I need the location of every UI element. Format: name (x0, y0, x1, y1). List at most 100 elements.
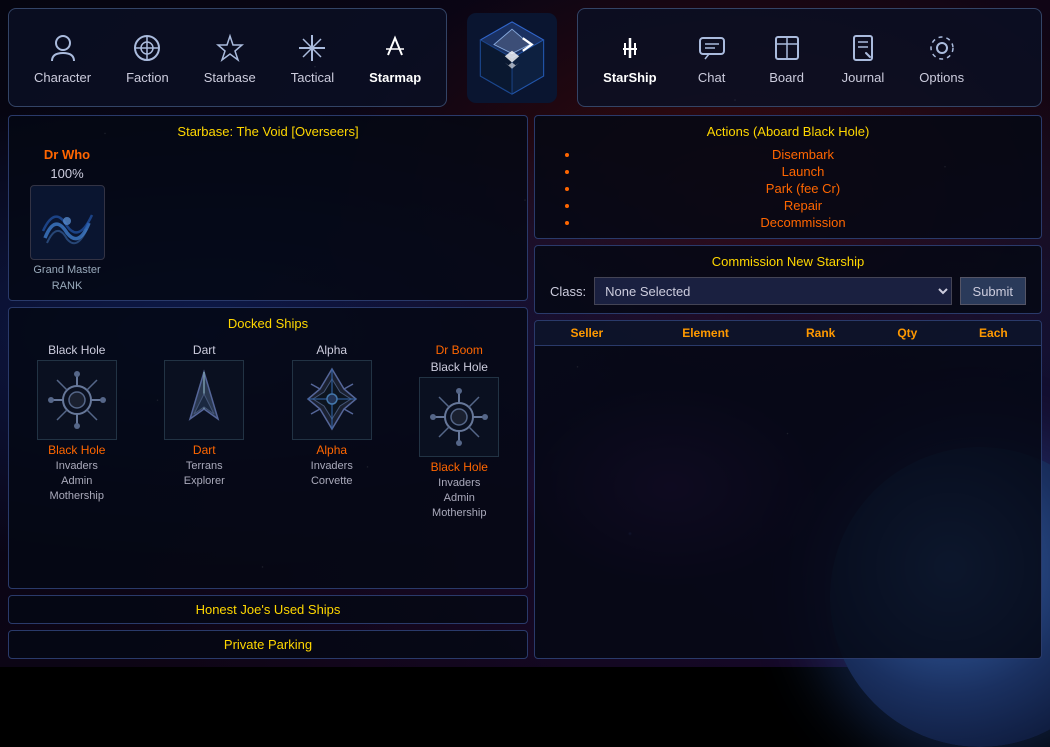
nav-board[interactable]: Board (752, 14, 822, 101)
commission-title: Commission New Starship (550, 254, 1026, 269)
commission-panel: Commission New Starship Class: None Sele… (534, 245, 1042, 314)
action-disembark[interactable]: Disembark (580, 147, 1026, 162)
starbase-label: Starbase (204, 70, 256, 85)
nav-right: StarShip Chat (577, 8, 1042, 107)
starship-icon (612, 30, 648, 66)
col-seller: Seller (535, 321, 639, 346)
ship-link-4[interactable]: Black Hole (431, 460, 488, 474)
journal-icon (845, 30, 881, 66)
ship-type-1b: Mothership (50, 490, 104, 502)
options-icon (924, 30, 960, 66)
faction-label: Faction (126, 70, 169, 85)
char-name: Dr Who (44, 147, 90, 162)
ships-grid: Black Hole (17, 339, 519, 523)
col-element: Element (639, 321, 773, 346)
board-label: Board (769, 70, 804, 85)
character-icon (45, 30, 81, 66)
starship-label: StarShip (603, 70, 656, 85)
market-table: Seller Element Rank Qty Each (535, 321, 1041, 346)
actions-title: Actions (Aboard Black Hole) (550, 124, 1026, 139)
dr-boom-label: Dr Boom (436, 343, 483, 357)
logo-cube (462, 8, 562, 108)
nav-chat[interactable]: Chat (677, 14, 747, 101)
commission-row: Class: None Selected Submit (550, 277, 1026, 305)
action-decommission[interactable]: Decommission (580, 215, 1026, 230)
col-qty: Qty (869, 321, 946, 346)
ship-type-4b: Mothership (432, 507, 486, 519)
ship-name-top-2: Dart (193, 343, 216, 357)
ship-image-4 (419, 377, 499, 457)
ship-name-top-4: Black Hole (431, 360, 488, 374)
used-ships-title: Honest Joe's Used Ships (196, 602, 341, 617)
starbase-icon (212, 30, 248, 66)
char-rank-label: RANK (52, 280, 83, 292)
main-content: Starbase: The Void [Overseers] Dr Who 10… (0, 115, 1050, 667)
nav-starship[interactable]: StarShip (588, 14, 671, 101)
nav-journal[interactable]: Journal (827, 14, 900, 101)
docked-ships-panel: Docked Ships Black Hole (8, 307, 528, 589)
nav-starbase[interactable]: Starbase (189, 14, 271, 101)
ship-faction-3: Invaders (311, 460, 353, 472)
ship-type-4a: Admin (444, 492, 475, 504)
col-each: Each (946, 321, 1041, 346)
col-rank: Rank (772, 321, 869, 346)
nav-character[interactable]: Character (19, 14, 106, 101)
class-select[interactable]: None Selected (594, 277, 951, 305)
char-info: Dr Who 100% Grand (17, 147, 117, 292)
private-parking-title: Private Parking (224, 637, 312, 652)
starbase-title: Starbase: The Void [Overseers] (17, 124, 519, 139)
ship-link-3[interactable]: Alpha (316, 443, 347, 457)
market-header-row: Seller Element Rank Qty Each (535, 321, 1041, 346)
ship-link-2[interactable]: Dart (193, 443, 216, 457)
tactical-label: Tactical (291, 70, 334, 85)
left-panel: Starbase: The Void [Overseers] Dr Who 10… (8, 115, 528, 659)
character-label: Character (34, 70, 91, 85)
ship-faction-4: Invaders (438, 477, 480, 489)
action-launch[interactable]: Launch (580, 164, 1026, 179)
nav-options[interactable]: Options (904, 14, 979, 101)
starbase-panel: Starbase: The Void [Overseers] Dr Who 10… (8, 115, 528, 301)
submit-button[interactable]: Submit (960, 277, 1026, 305)
chat-label: Chat (698, 70, 725, 85)
ship-image-2 (164, 360, 244, 440)
ship-type-1a: Admin (61, 475, 92, 487)
ship-link-1[interactable]: Black Hole (48, 443, 105, 457)
used-ships-section[interactable]: Honest Joe's Used Ships (8, 595, 528, 624)
journal-label: Journal (842, 70, 885, 85)
ship-faction-2: Terrans (186, 460, 223, 472)
board-icon (769, 30, 805, 66)
starmap-label: Starmap (369, 70, 421, 85)
ship-name-top-1: Black Hole (48, 343, 105, 357)
nav-faction[interactable]: Faction (111, 14, 184, 101)
ship-type-2: Explorer (184, 475, 225, 487)
actions-panel: Actions (Aboard Black Hole) Disembark La… (534, 115, 1042, 239)
chat-icon (694, 30, 730, 66)
class-label: Class: (550, 284, 586, 299)
ship-card-drboom[interactable]: Dr Boom Black Hole (400, 343, 520, 519)
starmap-icon (377, 30, 413, 66)
char-percent: 100% (50, 166, 83, 181)
nav-left: Character Faction (8, 8, 447, 107)
logo-center (447, 0, 577, 115)
ship-card-blackhole[interactable]: Black Hole (17, 343, 137, 519)
char-section: Dr Who 100% Grand (17, 147, 519, 292)
action-park[interactable]: Park (fee Cr) (580, 181, 1026, 196)
ship-faction-1: Invaders (56, 460, 98, 472)
right-panel: Actions (Aboard Black Hole) Disembark La… (534, 115, 1042, 659)
nav-tactical[interactable]: Tactical (276, 14, 349, 101)
private-parking-section[interactable]: Private Parking (8, 630, 528, 659)
action-repair[interactable]: Repair (580, 198, 1026, 213)
char-rank-title: Grand Master (33, 264, 100, 276)
ship-card-dart[interactable]: Dart Dart Terrans Explorer (145, 343, 265, 519)
ship-image-3 (292, 360, 372, 440)
char-avatar (30, 185, 105, 260)
ship-type-3: Corvette (311, 475, 353, 487)
nav-starmap[interactable]: Starmap (354, 14, 436, 101)
options-label: Options (919, 70, 964, 85)
ship-card-alpha[interactable]: Alpha (272, 343, 392, 519)
market-panel: Seller Element Rank Qty Each (534, 320, 1042, 659)
actions-list: Disembark Launch Park (fee Cr) Repair De… (550, 147, 1026, 230)
tactical-icon (294, 30, 330, 66)
docked-ships-title: Docked Ships (17, 316, 519, 331)
ship-image-1 (37, 360, 117, 440)
